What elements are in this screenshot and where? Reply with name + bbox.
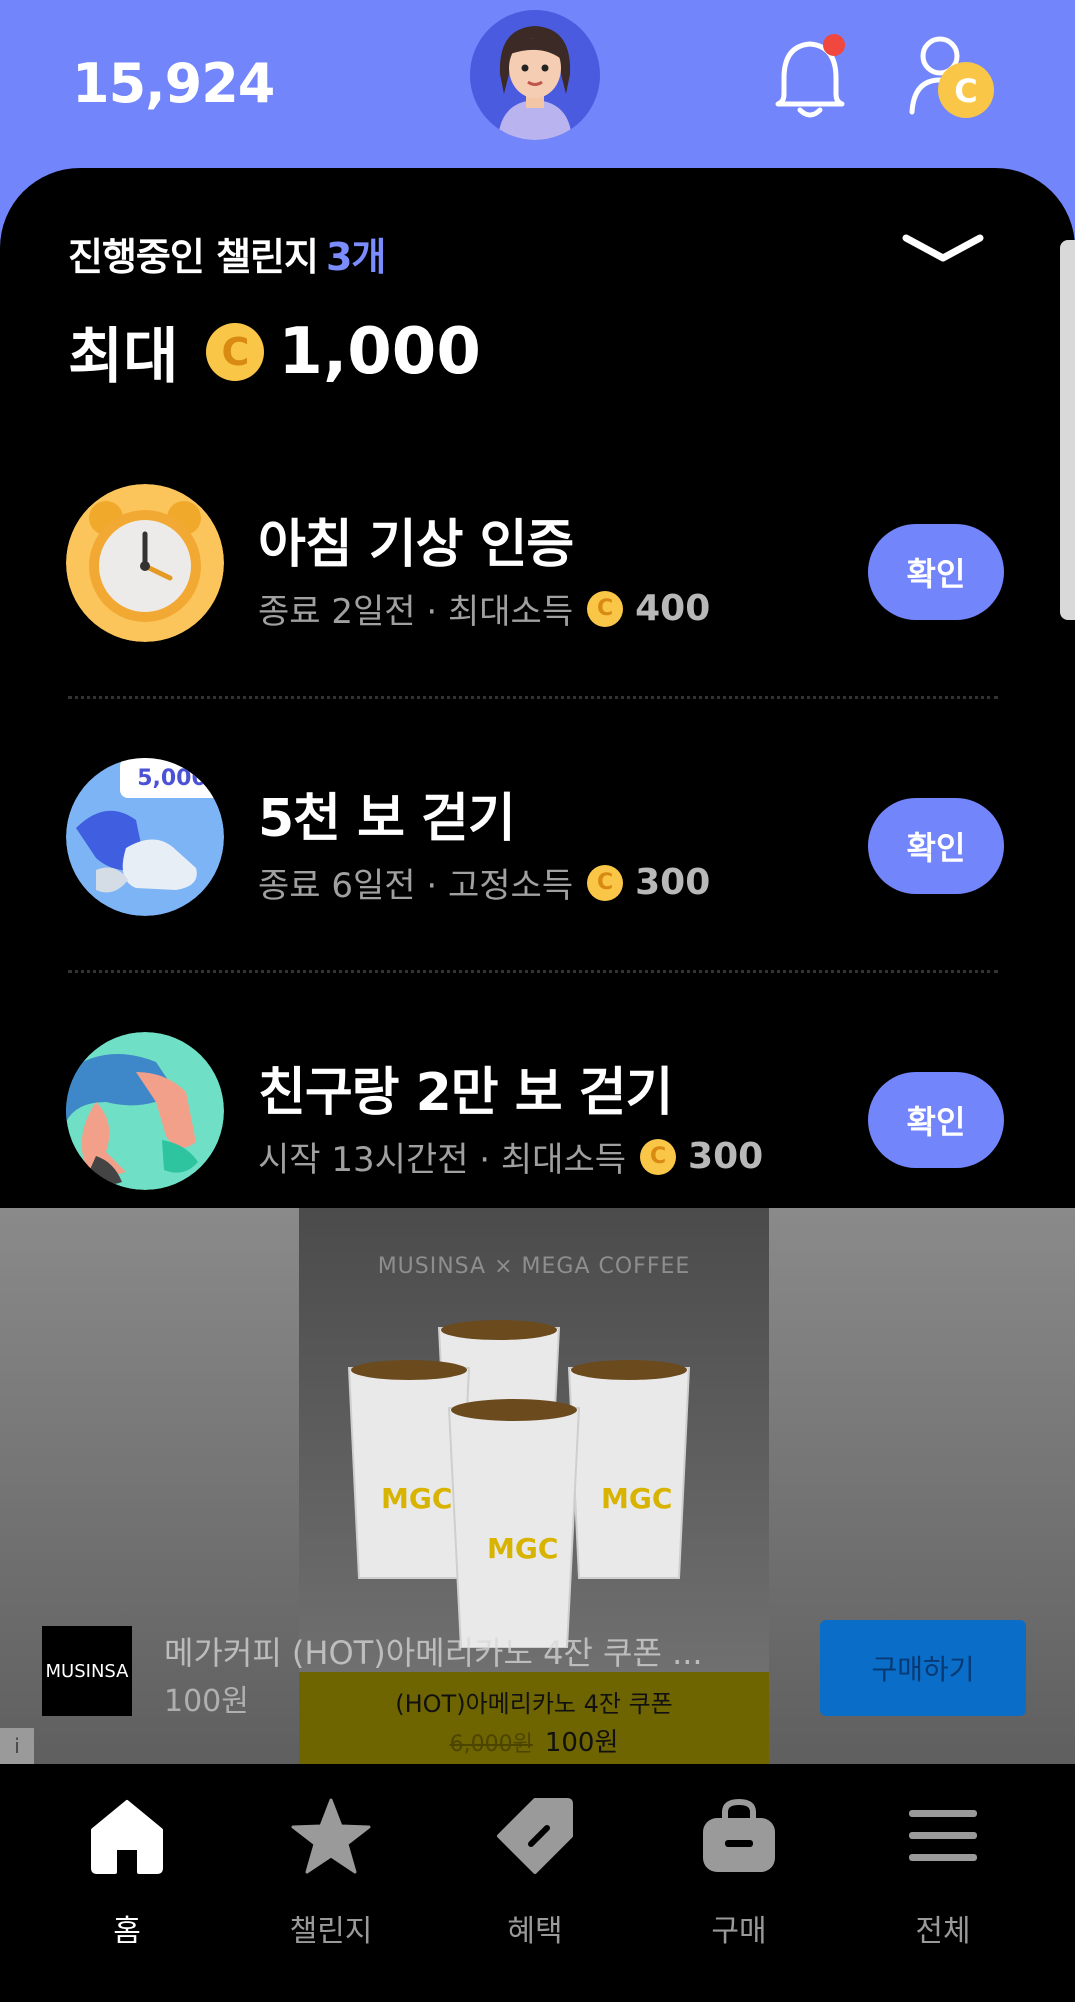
max-reward: 최대 C 1,000: [68, 308, 481, 395]
ad-old-price: 6,000원: [449, 1732, 533, 1757]
menu-icon: [909, 1810, 977, 1861]
shopping-bag-icon: [703, 1798, 775, 1872]
challenge-item[interactable]: 아침 기상 인증 종료 2일전 · 최대소득 C 400 확인: [0, 484, 1075, 654]
ad-banner[interactable]: MUSINSA × MEGA COFFEE MGC MGC MGC (HOT)아…: [0, 1208, 1075, 1764]
scrollbar[interactable]: [1060, 240, 1075, 620]
nav-item-all[interactable]: 전체: [868, 1796, 1018, 1956]
coffee-cups-image: MGC MGC MGC: [347, 1320, 691, 1648]
points-balance[interactable]: 15,924: [72, 52, 275, 115]
musinsa-logo: MUSINSA: [42, 1626, 132, 1716]
challenge-item[interactable]: 5,000 5천 보 걷기 종료 6일전 · 고정소득 C 300 확인: [0, 758, 1075, 928]
challenge-count: 3개: [325, 235, 386, 279]
star-icon: [291, 1798, 371, 1874]
profile-avatar[interactable]: [470, 10, 600, 140]
nav-item-home[interactable]: 홈: [52, 1796, 202, 1956]
nav-label: 구매: [711, 1914, 767, 1949]
confirm-button[interactable]: 확인: [868, 798, 1004, 894]
tag-icon: [497, 1798, 573, 1874]
home-icon: [91, 1800, 163, 1874]
challenge-status-text: 종료 2일전 · 최대소득: [258, 592, 574, 632]
challenge-title: 아침 기상 인증: [258, 515, 574, 575]
max-reward-label: 최대: [68, 322, 179, 392]
nav-item-benefits[interactable]: 혜택: [460, 1796, 610, 1956]
divider: [68, 696, 998, 699]
ad-banner-price: 6,000원 100원: [299, 1722, 769, 1759]
buy-button[interactable]: 구매하기: [820, 1620, 1026, 1716]
challenge-status: 종료 2일전 · 최대소득 C 400: [258, 584, 710, 633]
ad-brand-text: MUSINSA × MEGA COFFEE: [377, 1254, 691, 1279]
bottom-nav: 홈 챌린지 혜택 구매 전체: [0, 1764, 1075, 2002]
challenge-status: 종료 6일전 · 고정소득 C 300: [258, 858, 710, 907]
avatar-image: [470, 10, 600, 140]
walking-shoes-icon: 5,000: [66, 758, 224, 916]
challenge-status-text: 시작 13시간전 · 최대소득: [258, 1140, 627, 1180]
challenge-title: 친구랑 2만 보 걷기: [258, 1063, 673, 1123]
cup-logo-text: MGC: [487, 1532, 558, 1565]
cup-logo-text: MGC: [601, 1482, 672, 1515]
divider: [68, 970, 998, 973]
coin-badge-text: C: [954, 72, 977, 110]
challenge-status: 시작 13시간전 · 최대소득 C 300: [258, 1132, 763, 1181]
ad-price-banner: (HOT)아메리카노 4잔 쿠폰 6,000원 100원: [299, 1672, 769, 1764]
ad-banner-title: (HOT)아메리카노 4잔 쿠폰: [395, 1690, 673, 1718]
challenge-reward: 400: [635, 588, 711, 629]
my-account-icon[interactable]: C: [906, 32, 1006, 128]
running-legs-icon: [66, 1032, 224, 1190]
chevron-down-icon[interactable]: [900, 228, 986, 268]
coin-icon: C: [587, 590, 624, 627]
confirm-button[interactable]: 확인: [868, 524, 1004, 620]
ad-price: 100원: [164, 1684, 249, 1719]
nav-item-purchase[interactable]: 구매: [664, 1796, 814, 1956]
challenge-reward: 300: [635, 862, 711, 903]
max-reward-value: 1,000: [278, 314, 481, 389]
steps-badge-text: 5,000: [137, 765, 207, 791]
cup-logo-text: MGC: [381, 1482, 452, 1515]
coin-icon: C: [206, 322, 265, 381]
challenge-heading-label: 진행중인 챌린지: [68, 235, 319, 279]
nav-item-challenge[interactable]: 챌린지: [256, 1796, 406, 1956]
ad-image: MUSINSA × MEGA COFFEE MGC MGC MGC (HOT)아…: [299, 1208, 769, 1764]
notification-dot: [823, 34, 845, 56]
confirm-button[interactable]: 확인: [868, 1072, 1004, 1168]
nav-label: 혜택: [507, 1914, 563, 1949]
challenge-status-text: 종료 6일전 · 고정소득: [258, 866, 574, 906]
nav-label: 전체: [915, 1914, 971, 1949]
challenge-heading: 진행중인 챌린지 3개: [68, 226, 386, 281]
ad-info-icon[interactable]: i: [0, 1728, 34, 1764]
coin-icon: C: [587, 864, 624, 901]
alarm-clock-icon: [66, 484, 224, 642]
ad-product-title: 메가커피 (HOT)아메리카노 4잔 쿠폰 ...: [164, 1634, 703, 1672]
challenge-title: 5천 보 걷기: [258, 789, 516, 849]
ad-new-price: 100원: [544, 1728, 619, 1758]
challenge-item[interactable]: 친구랑 2만 보 걷기 시작 13시간전 · 최대소득 C 300 확인: [0, 1032, 1075, 1202]
nav-label: 홈: [113, 1914, 141, 1949]
top-header: 15,924 C: [0, 0, 1075, 190]
challenge-panel: 진행중인 챌린지 3개 최대 C 1,000 아침 기상 인증 종료 2일전 · …: [0, 168, 1075, 1208]
steps-badge: 5,000: [120, 758, 224, 798]
challenge-reward: 300: [688, 1136, 764, 1177]
nav-label: 챌린지: [289, 1914, 373, 1949]
coin-icon: C: [640, 1138, 677, 1175]
